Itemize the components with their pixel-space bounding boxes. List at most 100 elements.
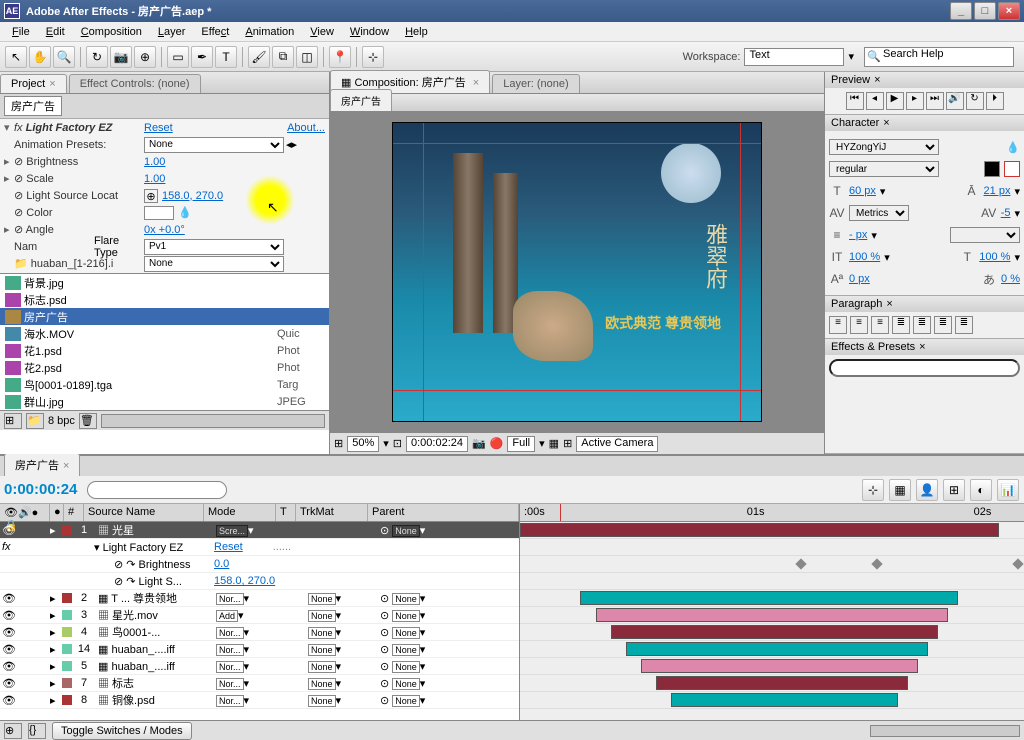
timeline-layer-row[interactable]: 👁▸7▦ 标志Nor...▾None▾⊙ None▾ [0, 675, 519, 692]
menu-composition[interactable]: Composition [73, 26, 150, 38]
layer-bar[interactable] [580, 591, 958, 605]
justify-center-button[interactable]: ≣ [913, 316, 931, 334]
eraser-tool[interactable]: ◫ [296, 46, 318, 68]
current-time[interactable]: 0:00:00:24 [4, 481, 77, 498]
scale-value[interactable]: 1.00 [144, 173, 165, 185]
layer-bar[interactable] [520, 523, 999, 537]
project-item[interactable]: 群山.jpgJPEG [0, 393, 329, 410]
project-item[interactable]: 标志.psd [0, 291, 329, 308]
hscale-value[interactable]: 100 % [979, 251, 1010, 263]
menu-file[interactable]: File [4, 26, 38, 38]
menu-effect[interactable]: Effect [193, 26, 237, 38]
last-frame-button[interactable]: ⏭ [926, 92, 944, 110]
motion-blur-toggle[interactable]: ◐ [970, 479, 992, 501]
keyframe[interactable] [871, 558, 882, 569]
clone-tool[interactable]: ⧉ [272, 46, 294, 68]
effect-controls-tab[interactable]: Effect Controls: (none) [69, 74, 201, 93]
interpret-footage-icon[interactable]: ⊞ [4, 413, 22, 429]
close-button[interactable]: × [998, 2, 1020, 20]
comp-mini-flowchart[interactable]: ⊹ [862, 479, 884, 501]
time-display[interactable]: 0:00:02:24 [406, 436, 468, 452]
project-item[interactable]: 花1.psdPhot [0, 342, 329, 359]
justify-all-button[interactable]: ≣ [955, 316, 973, 334]
text-tool[interactable]: T [215, 46, 237, 68]
eyedropper-icon[interactable]: 💧 [1006, 141, 1020, 154]
layer-bar[interactable] [671, 693, 898, 707]
align-left-button[interactable]: ≡ [829, 316, 847, 334]
hand-tool[interactable]: ✋ [29, 46, 51, 68]
audio-button[interactable]: 🔊 [946, 92, 964, 110]
zoom-select[interactable]: 50% [347, 436, 379, 452]
delete-icon[interactable]: 🗑 [79, 413, 97, 429]
puppet-tool[interactable]: 📍 [329, 46, 351, 68]
snapshot-icon[interactable]: 📷 [472, 437, 486, 450]
justify-right-button[interactable]: ≣ [934, 316, 952, 334]
keyframe[interactable] [1012, 558, 1023, 569]
toggle-switches-button[interactable]: Toggle Switches / Modes [52, 722, 192, 740]
timeline-layer-row[interactable]: 👁▸4▦ 鸟0001-...Nor...▾None▾⊙ None▾ [0, 624, 519, 641]
frame-blend-toggle[interactable]: ⊞ [943, 479, 965, 501]
layer-bar[interactable] [611, 625, 939, 639]
minimize-button[interactable]: _ [950, 2, 972, 20]
timeline-layer-row[interactable]: 👁▸1▦ 光星Scre...▾⊙ None▾ [0, 522, 519, 539]
keyframe[interactable] [796, 558, 807, 569]
time-ruler[interactable]: :00s 01s 02s [520, 504, 1024, 522]
align-center-button[interactable]: ≡ [850, 316, 868, 334]
timeline-layer-row[interactable]: ⊘ ↷ Brightness0.0 [0, 556, 519, 573]
menu-view[interactable]: View [302, 26, 342, 38]
expand-button[interactable]: ⊕ [4, 723, 22, 739]
project-item[interactable]: 背景.jpg [0, 274, 329, 291]
brightness-value[interactable]: 1.00 [144, 156, 165, 168]
vscale-value[interactable]: 100 % [849, 251, 880, 263]
project-tab[interactable]: Project× [0, 74, 67, 93]
color-swatch[interactable] [144, 206, 174, 220]
timeline-comp-tab[interactable]: 房产广告× [4, 453, 80, 476]
font-select[interactable]: HYZongYiJ [829, 139, 939, 155]
camera-select[interactable]: Active Camera [576, 436, 658, 452]
kerning-select[interactable]: Metrics [849, 205, 909, 221]
shy-toggle[interactable]: 👤 [916, 479, 938, 501]
rotate-tool[interactable]: ↻ [86, 46, 108, 68]
collapse-button[interactable]: {} [28, 723, 46, 739]
play-button[interactable]: ▶ [886, 92, 904, 110]
stroke-width[interactable]: - px [849, 229, 867, 241]
pen-tool[interactable]: ✒ [191, 46, 213, 68]
timeline-layer-row[interactable]: ⊘ ↷ Light S...158.0, 270.0 [0, 573, 519, 590]
timeline-search[interactable] [87, 481, 227, 499]
graph-editor-button[interactable]: 📊 [997, 479, 1019, 501]
reset-link[interactable]: Reset [144, 122, 173, 134]
bpc-label[interactable]: 8 bpc [48, 415, 75, 427]
timeline-layer-row[interactable]: 👁▸8▦ 铜像.psdNor...▾None▾⊙ None▾ [0, 692, 519, 709]
draft-3d[interactable]: ▦ [889, 479, 911, 501]
composition-viewer[interactable]: 雅翠府 欧式典范 尊贵领地 [330, 112, 824, 432]
timeline-layer-row[interactable]: 👁▸14▦ huaban_....iffNor...▾None▾⊙ None▾ [0, 641, 519, 658]
tsume-value[interactable]: 0 % [1001, 273, 1020, 285]
new-folder-icon[interactable]: 📁 [26, 413, 44, 429]
maximize-button[interactable]: □ [974, 2, 996, 20]
transparency-icon[interactable]: ⊞ [563, 437, 572, 450]
layer-bar[interactable] [656, 676, 908, 690]
layer-bar[interactable] [626, 642, 928, 656]
layer-bar[interactable] [641, 659, 918, 673]
project-item[interactable]: 花2.psdPhot [0, 359, 329, 376]
help-search[interactable]: Search Help [864, 47, 1014, 67]
layer-tab[interactable]: Layer: (none) [492, 74, 579, 93]
effects-search[interactable] [829, 359, 1020, 377]
ext1-select[interactable]: None [144, 256, 284, 272]
timeline-layer-row[interactable]: 👁▸2▦ T ... 尊贵领地Nor...▾None▾⊙ None▾ [0, 590, 519, 607]
about-link[interactable]: About... [287, 122, 325, 134]
menu-animation[interactable]: Animation [237, 26, 302, 38]
brush-tool[interactable]: 🖌 [248, 46, 270, 68]
project-item[interactable]: 房产广告 [0, 308, 329, 325]
layer-bar[interactable] [596, 608, 949, 622]
timeline-layer-row[interactable]: 👁▸5▦ huaban_....iffNor...▾None▾⊙ None▾ [0, 658, 519, 675]
first-frame-button[interactable]: ⏮ [846, 92, 864, 110]
zoom-tool[interactable]: 🔍 [53, 46, 75, 68]
workspace-select[interactable]: Text [744, 48, 844, 66]
stroke-style[interactable] [950, 227, 1020, 243]
presets-select[interactable]: None [144, 137, 284, 153]
zoom-slider[interactable] [870, 725, 1020, 737]
menu-edit[interactable]: Edit [38, 26, 73, 38]
selection-tool[interactable]: ↖ [5, 46, 27, 68]
tracking-value[interactable]: -5 [1001, 207, 1011, 219]
